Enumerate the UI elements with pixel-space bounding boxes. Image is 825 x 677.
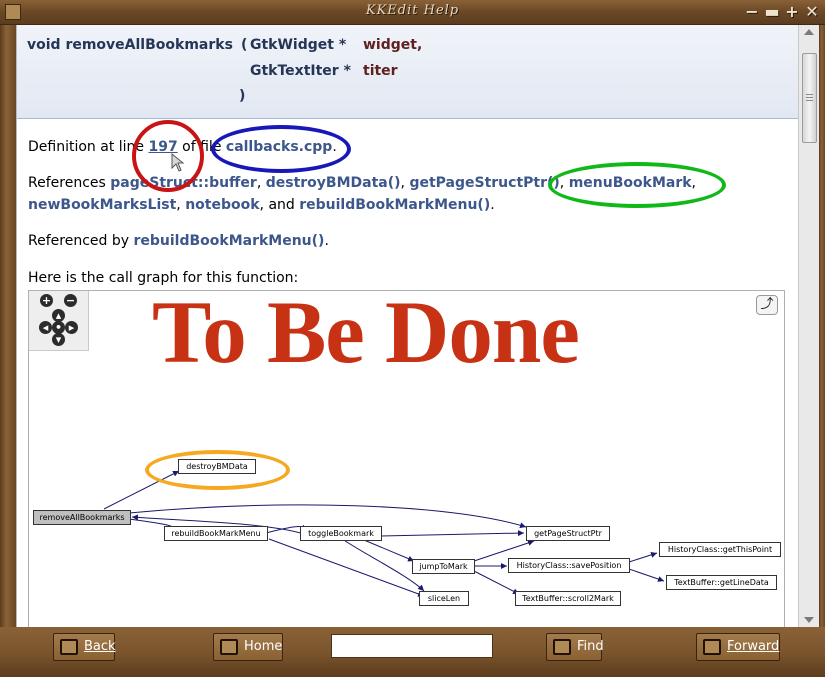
referenced-by-prefix: Referenced by (28, 233, 130, 249)
find-button[interactable]: Find (546, 633, 604, 661)
graph-node-slicelen[interactable]: sliceLen (419, 591, 469, 606)
scroll-down-icon[interactable] (804, 617, 814, 623)
bottom-toolbar: Back Home Find Forward (0, 627, 825, 677)
proto-paren-open: ( (241, 37, 248, 53)
graph-node-getpagestructptr[interactable]: getPageStructPtr (526, 526, 610, 541)
references-end: . (490, 197, 495, 213)
references-prefix: References (28, 175, 106, 191)
back-arrow-icon (60, 639, 78, 655)
find-icon (553, 639, 571, 655)
graph-node-getlinedata[interactable]: TextBuffer::getLineData (666, 575, 777, 590)
grip-line (806, 94, 813, 95)
ref-link-newbookmarkslist[interactable]: newBookMarksList (28, 197, 176, 213)
ref-link-getpagestructptr[interactable]: getPageStructPtr() (409, 175, 559, 191)
graph-node-savePosition[interactable]: HistoryClass::savePosition (508, 558, 630, 573)
window-frame-right (819, 25, 825, 627)
referenced-by-end: . (324, 233, 329, 249)
blue-ellipse-annotation (211, 125, 351, 173)
green-ellipse-annotation (548, 162, 726, 208)
proto-param-1: widget, (363, 37, 423, 53)
graph-node-rebuildbookmarkmenu[interactable]: rebuildBookMarkMenu (164, 526, 268, 541)
ref-link-rebuildbookmarkmenu[interactable]: rebuildBookMarkMenu() (299, 197, 490, 213)
ref-link-notebook[interactable]: notebook (185, 197, 259, 213)
referenced-by-link[interactable]: rebuildBookMarkMenu() (133, 233, 324, 249)
forward-button[interactable]: Forward (696, 633, 780, 661)
title-bar: KKEdit Help − ▬ + ✕ (0, 0, 825, 25)
maximize-button[interactable]: + (783, 2, 801, 22)
pan-down-icon[interactable]: ▾ (52, 333, 65, 346)
to-be-done-overlay: To Be Done (152, 284, 580, 382)
function-prototype: void removeAllBookmarks ( GtkWidget * wi… (17, 25, 798, 119)
graph-nav-panel: + − ▴ ◂ • ▸ ▾ (29, 291, 89, 351)
graph-node-scroll2mark[interactable]: TextBuffer::scroll2Mark (515, 591, 621, 606)
pan-left-icon[interactable]: ◂ (39, 321, 52, 334)
window-title: KKEdit Help (365, 3, 460, 18)
red-ellipse-annotation (132, 120, 204, 192)
find-input[interactable] (331, 634, 493, 658)
close-button[interactable]: ✕ (803, 2, 821, 22)
graph-node-jumptomark[interactable]: jumpToMark (412, 559, 475, 574)
forward-label: Forward (727, 639, 780, 654)
scrollbar-thumb[interactable] (802, 53, 817, 143)
zoom-in-icon[interactable]: + (40, 294, 53, 307)
referenced-by-line: Referenced by rebuildBookMarkMenu(). (28, 233, 329, 249)
definition-prefix: Definition at line (28, 139, 145, 155)
back-label: Back (84, 639, 116, 654)
grip-line (806, 100, 813, 101)
home-icon (220, 639, 238, 655)
fullscreen-icon[interactable]: ⤴ (756, 295, 778, 315)
forward-arrow-icon (703, 639, 721, 655)
home-label: Home (244, 639, 283, 654)
pan-right-icon[interactable]: ▸ (65, 321, 78, 334)
graph-node-removeallbookmarks[interactable]: removeAllBookmarks (33, 510, 131, 525)
shade-button[interactable]: − (743, 2, 761, 22)
proto-type-1: GtkWidget * (250, 37, 347, 53)
graph-node-getthispoint[interactable]: HistoryClass::getThisPoint (659, 542, 781, 557)
proto-paren-close: ) (239, 88, 246, 104)
proto-param-2: titer (363, 63, 398, 79)
proto-type-2: GtkTextIter * (250, 63, 351, 79)
proto-return-name: void removeAllBookmarks (27, 37, 233, 53)
window-frame-left (0, 25, 16, 627)
vertical-scrollbar[interactable] (798, 25, 819, 627)
back-button[interactable]: Back (53, 633, 116, 661)
help-content: void removeAllBookmarks ( GtkWidget * wi… (16, 25, 798, 627)
orange-ellipse-annotation (145, 450, 290, 490)
scroll-up-icon[interactable] (804, 29, 814, 35)
window-controls: − ▬ + ✕ (743, 2, 821, 22)
find-label: Find (577, 639, 604, 654)
mouse-cursor-icon (171, 153, 185, 172)
home-button[interactable]: Home (213, 633, 283, 661)
references-line-2: newBookMarksList, notebook, and rebuildB… (28, 197, 495, 213)
ref-link-destroybmdata[interactable]: destroyBMData() (266, 175, 401, 191)
references-and: and (268, 197, 295, 213)
minimize-button[interactable]: ▬ (763, 2, 781, 22)
graph-node-togglebookmark[interactable]: toggleBookmark (300, 526, 382, 541)
grip-line (806, 97, 813, 98)
zoom-out-icon[interactable]: − (64, 294, 77, 307)
